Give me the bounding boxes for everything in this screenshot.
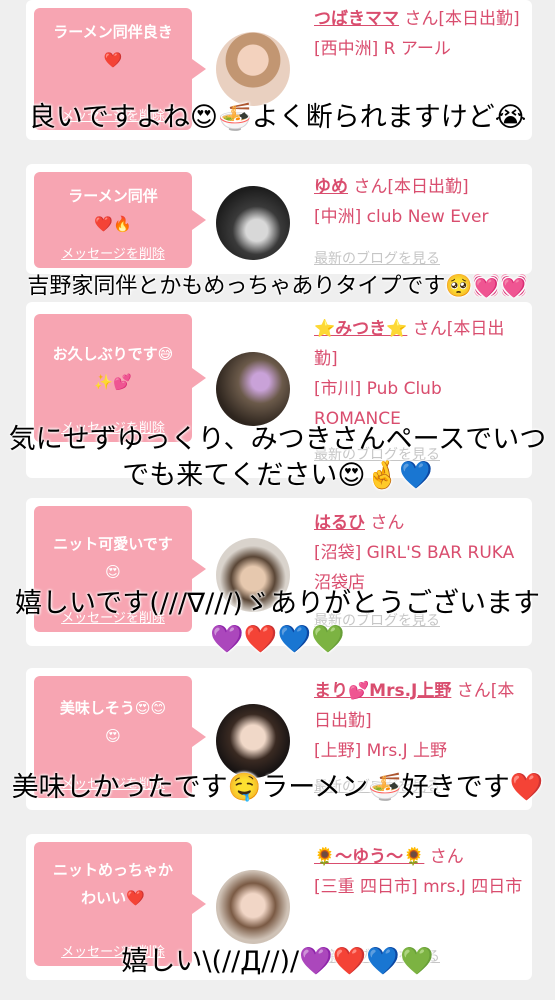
reply-caption: 美味しかったです🤤ラーメン🍜好きです❤️ <box>11 772 544 803</box>
avatar[interactable] <box>216 32 290 106</box>
girl-name-link[interactable]: ゆめ <box>314 177 348 197</box>
girl-info: まり💕Mrs.J上野 さん[本日出勤] [上野] Mrs.J 上野 <box>314 676 526 766</box>
message-bubble: ラーメン同伴 ❤️🔥 メッセージを削除 <box>34 172 206 268</box>
girl-info: 🌻〜ゆう〜🌻 さん [三重 四日市] mrs.J 四日市 <box>314 842 526 902</box>
girl-name-link[interactable]: 🌻〜ゆう〜🌻 <box>314 847 424 867</box>
reply-caption: 吉野家同伴とかもめっちゃありタイプです🥺💓💓 <box>27 274 528 299</box>
message-text: ニットめっちゃか わいい❤️ <box>52 861 173 907</box>
reply-caption: 良いですよね😍🍜よく断られますけど😭 <box>28 102 527 133</box>
latest-blog-link[interactable]: 最新のブログを見る <box>314 248 440 268</box>
girl-name-link[interactable]: はるひ <box>314 513 365 533</box>
message-card: ラーメン同伴 ❤️🔥 メッセージを削除 ゆめ さん[本日出勤] [中洲] clu… <box>26 164 532 274</box>
delete-message-link[interactable]: メッセージを削除 <box>34 243 192 262</box>
message-text: ラーメン同伴 ❤️🔥 <box>68 187 158 233</box>
message-text: お久しぶりです😅 ✨💕 <box>52 345 174 391</box>
girl-status: さん[本日出勤] <box>404 9 520 29</box>
reply-caption: 気にせずゆっくり、みつきさんペースでいつでも来てください😍🤞💙 <box>8 424 547 491</box>
shop-name: [中洲] club New Ever <box>314 207 489 227</box>
reply-caption: 嬉しい\(//Д//)/💜❤️💙💚 <box>121 946 434 977</box>
message-text: 美味しそう😍😊 😍 <box>59 699 167 745</box>
girl-status: さん[本日出勤] <box>353 177 469 197</box>
avatar[interactable] <box>216 870 290 944</box>
girl-status: さん <box>370 513 405 533</box>
message-text: ニット可愛いです 😍 <box>53 535 173 581</box>
girl-info: つばきママ さん[本日出勤] [西中洲] R アール <box>314 4 526 64</box>
shop-name: [西中洲] R アール <box>314 39 451 59</box>
avatar[interactable] <box>216 704 290 778</box>
girl-name-link[interactable]: つばきママ <box>314 9 399 29</box>
reply-caption: 嬉しいです(///∇///)ゞありがとうございます💜❤️💙💚 <box>15 588 540 655</box>
girl-info: ゆめ さん[本日出勤] [中洲] club New Ever <box>314 172 526 232</box>
girl-name-link[interactable]: ⭐みつき⭐ <box>314 319 407 339</box>
girl-info: ⭐みつき⭐ さん[本日出勤] [市川] Pub Club ROMANCE <box>314 314 526 434</box>
girl-status: さん <box>429 847 464 867</box>
shop-name: [三重 四日市] mrs.J 四日市 <box>314 877 523 897</box>
avatar[interactable] <box>216 352 290 426</box>
message-text: ラーメン同伴良き ❤️ <box>53 23 173 69</box>
shop-name: [上野] Mrs.J 上野 <box>314 741 448 761</box>
girl-name-link[interactable]: まり💕Mrs.J上野 <box>314 681 451 701</box>
girl-info: はるひ さん [沼袋] GIRL'S BAR RUKA 沼袋店 <box>314 508 531 598</box>
avatar[interactable] <box>216 186 290 260</box>
